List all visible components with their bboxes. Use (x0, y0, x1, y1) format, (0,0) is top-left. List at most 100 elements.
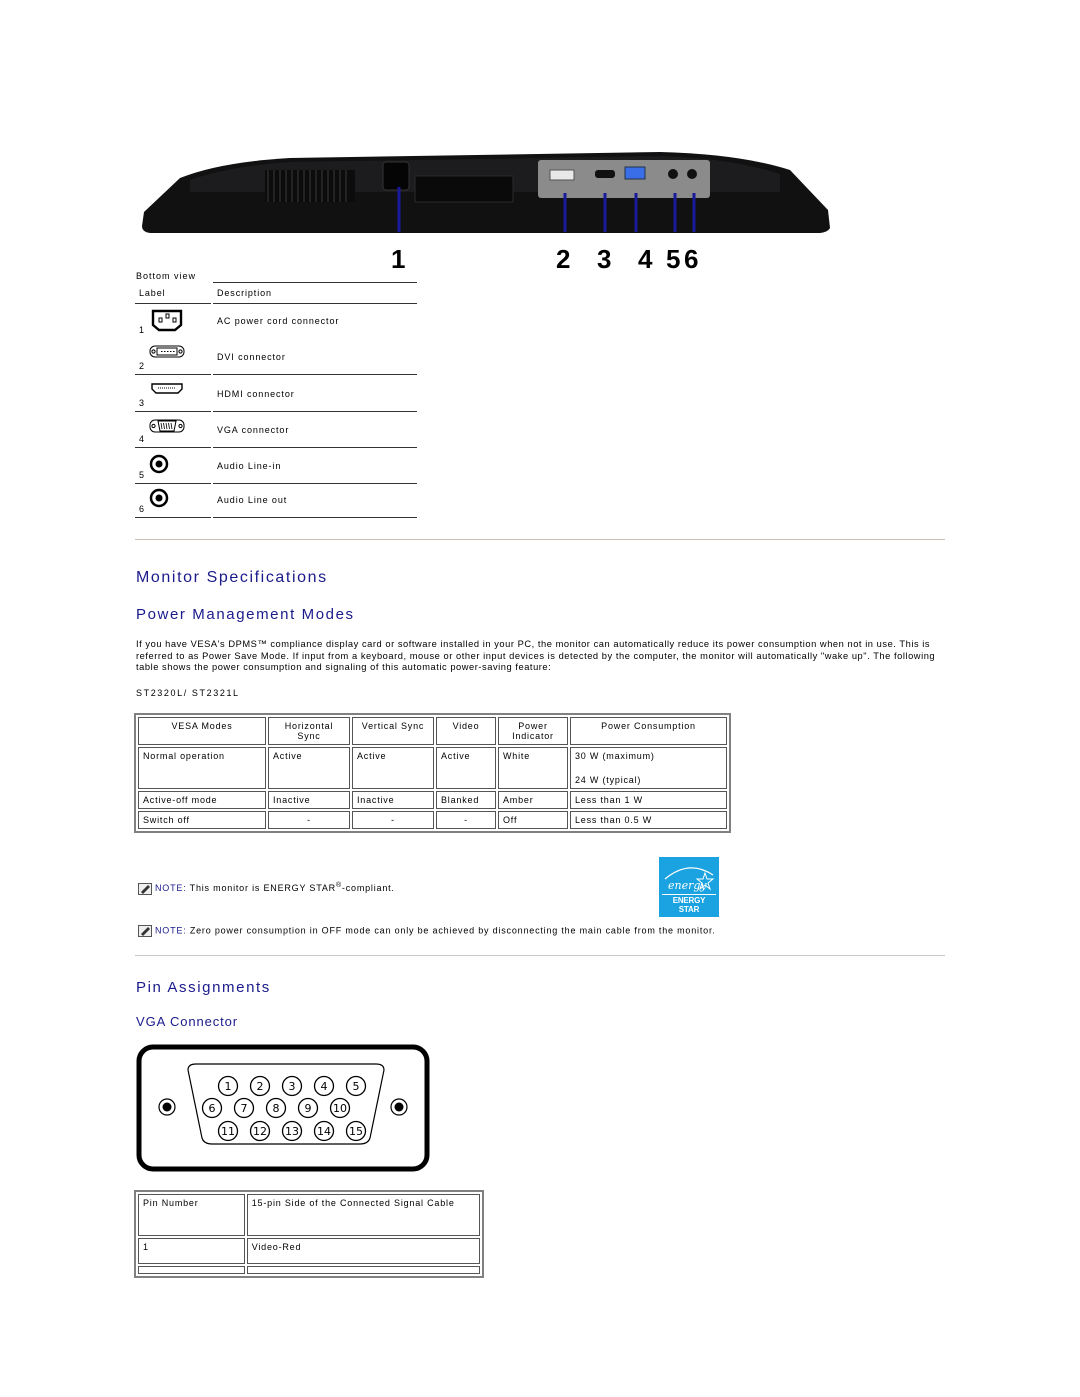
vga-pin-number: 7 (241, 1102, 248, 1115)
item-label: 6 (139, 504, 145, 514)
table-cell: - (268, 811, 350, 829)
vga-pin-number: 1 (225, 1080, 232, 1093)
bottom-view-caption: Bottom view (136, 271, 197, 281)
table-cell: Inactive (352, 791, 434, 809)
table-cell: Blanked (436, 791, 496, 809)
table-cell: Less than 0.5 W (570, 811, 727, 829)
callout-number: 5 (666, 244, 681, 274)
power-management-description: If you have VESA's DPMS™ compliance disp… (136, 639, 936, 673)
vga-pin-number: 15 (349, 1125, 363, 1138)
note-energy-star: NOTE: This monitor is ENERGY STAR®-compl… (138, 882, 395, 895)
vga-pin-number: 10 (333, 1102, 347, 1115)
column-header: Vertical Sync (352, 717, 434, 745)
note-label: NOTE: (155, 883, 187, 893)
note-text: This monitor is ENERGY STAR (186, 883, 336, 893)
energy-star-label: ENERGY STAR (662, 894, 716, 914)
dvi-connector-icon (149, 345, 185, 358)
item-label: 3 (139, 398, 145, 408)
hdmi-port (595, 170, 615, 178)
vga-pin-number: 4 (321, 1080, 328, 1093)
column-header: Horizontal Sync (268, 717, 350, 745)
list-item: 5 Audio Line-in (135, 449, 417, 484)
bottom-view-header-row: Label Description (135, 283, 417, 304)
note-text: Zero power consumption in OFF mode can o… (186, 925, 716, 936)
note-pencil-icon (138, 882, 152, 895)
audio-jack-icon (149, 454, 169, 474)
table-cell: Video-Red (246, 1238, 480, 1264)
section-divider (135, 955, 945, 956)
column-header: Power Consumption (570, 717, 727, 745)
vga-pin-number: 3 (289, 1080, 296, 1093)
power-typical: 24 W (typical) (575, 775, 642, 785)
list-item: 2 DVI connector (135, 340, 417, 375)
energy-star-logo: energy ENERGY STAR (659, 857, 719, 917)
callout-number: 6 (684, 244, 699, 274)
ac-power-port (382, 161, 410, 191)
table-cell: Active (436, 747, 496, 789)
list-item: 1 AC power cord connector (135, 304, 417, 338)
note-text-suffix: -compliant. (341, 883, 395, 893)
model-label: ST2320L/ ST2321L (136, 688, 240, 698)
table-row: Normal operation Active Active Active Wh… (138, 747, 727, 789)
item-label: 5 (139, 470, 145, 480)
column-header: VESA Modes (138, 717, 266, 745)
hdmi-connector-icon (151, 383, 183, 394)
item-description: VGA connector (217, 425, 290, 435)
item-description: Audio Line out (217, 495, 288, 505)
item-description: HDMI connector (217, 389, 295, 399)
vga-pin-number: 9 (305, 1102, 312, 1115)
power-management-table: VESA Modes Horizontal Sync Vertical Sync… (134, 713, 731, 833)
table-cell (138, 1266, 245, 1274)
vga-pin-number: 14 (317, 1125, 331, 1138)
item-label: 4 (139, 434, 145, 444)
audio-out-port (687, 169, 697, 179)
vga-pin-number: 2 (257, 1080, 264, 1093)
table-row (138, 1266, 480, 1274)
column-header-description: Description (217, 288, 272, 298)
item-description: DVI connector (217, 352, 286, 362)
table-cell: Normal operation (138, 747, 266, 789)
callout-number: 2 (556, 244, 571, 274)
table-header-row: VESA Modes Horizontal Sync Vertical Sync… (138, 717, 727, 745)
table-cell: - (352, 811, 434, 829)
table-row: Active-off mode Inactive Inactive Blanke… (138, 791, 727, 809)
table-cell: Amber (498, 791, 568, 809)
table-cell: White (498, 747, 568, 789)
table-cell: Less than 1 W (570, 791, 727, 809)
table-cell (246, 1266, 480, 1274)
list-item: 4 VGA connector (135, 413, 417, 448)
table-cell: - (436, 811, 496, 829)
column-header: Power Indicator (498, 717, 568, 745)
column-header-pin-number: Pin Number (138, 1194, 245, 1236)
callout-number: 4 (638, 244, 653, 274)
vga-pin-diagram: 1 2 3 4 56 7 8 9 1011 12 13 14 15 (136, 1044, 430, 1172)
section-title-pin-assignments: Pin Assignments (136, 979, 271, 996)
column-header-label: Label (139, 288, 166, 298)
list-item: 6 Audio Line out (135, 483, 417, 518)
vga-pin-number: 6 (209, 1102, 216, 1115)
table-cell: Active (352, 747, 434, 789)
vga-pin-number: 8 (273, 1102, 280, 1115)
pin-assignment-table: Pin Number 15-pin Side of the Connected … (134, 1190, 484, 1278)
vent-slots (265, 170, 355, 202)
item-description: Audio Line-in (217, 461, 282, 471)
callout-number: 1 (391, 244, 406, 274)
vga-pin-number: 11 (221, 1125, 235, 1138)
audio-in-port (668, 169, 678, 179)
table-cell: 30 W (maximum) 24 W (typical) (570, 747, 727, 789)
vga-pin-number: 13 (285, 1125, 299, 1138)
item-label: 1 (139, 325, 145, 335)
note-label: NOTE: (155, 925, 187, 936)
table-cell: Inactive (268, 791, 350, 809)
callout-number: 3 (597, 244, 612, 274)
note-pencil-icon (138, 925, 152, 937)
vga-port (624, 166, 646, 180)
column-header-signal: 15-pin Side of the Connected Signal Cabl… (246, 1194, 480, 1236)
table-header-row: Pin Number 15-pin Side of the Connected … (138, 1194, 480, 1236)
item-label: 2 (139, 361, 145, 371)
vga-connector-icon (149, 419, 185, 433)
vga-pin-number: 5 (353, 1080, 360, 1093)
section-title-power-management: Power Management Modes (136, 606, 355, 623)
table-cell: Switch off (138, 811, 266, 829)
table-row: 1 Video-Red (138, 1238, 480, 1264)
